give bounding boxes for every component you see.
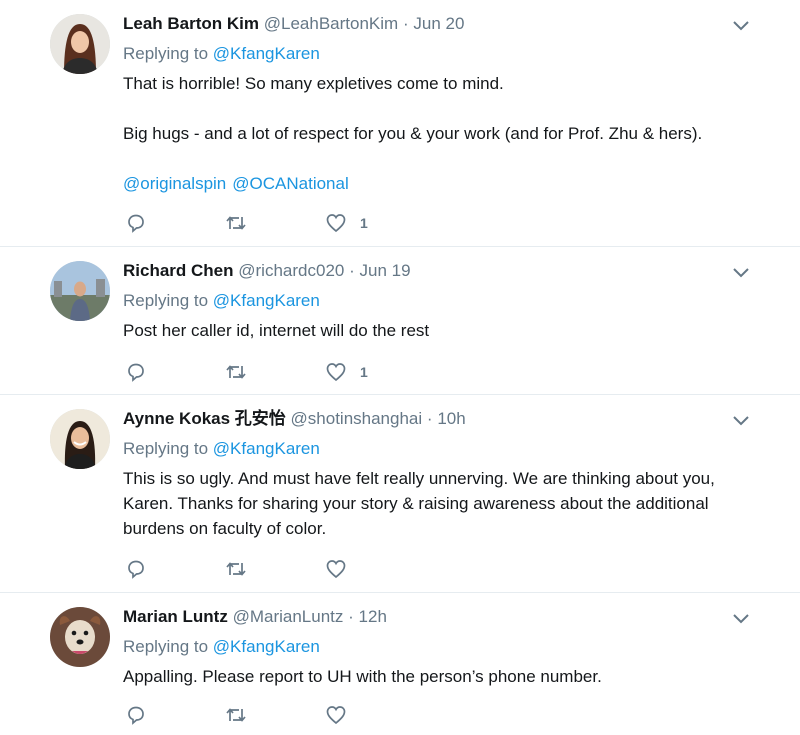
chevron-down-icon[interactable]: [732, 263, 750, 281]
retweet-button[interactable]: [225, 361, 247, 383]
replying-to-link[interactable]: @KfangKaren: [213, 44, 320, 63]
author-handle[interactable]: @shotinshanghai: [291, 409, 423, 428]
replying-to-link[interactable]: @KfangKaren: [213, 291, 320, 310]
replying-to-label: Replying to: [123, 291, 209, 310]
mention-link[interactable]: @OCANational: [232, 174, 348, 193]
like-button[interactable]: [325, 704, 360, 726]
tweet-text: That is horrible! So many expletives com…: [123, 71, 760, 196]
tweet-text-line: Big hugs - and a lot of respect for you …: [123, 124, 703, 143]
reply-button[interactable]: [125, 212, 147, 234]
reply-icon: [128, 363, 144, 382]
tweet[interactable]: Leah Barton Kim @LeahBartonKim · Jun 20 …: [0, 0, 800, 247]
avatar[interactable]: [50, 607, 110, 667]
like-button[interactable]: 1: [325, 361, 368, 383]
replying-to-label: Replying to: [123, 439, 209, 458]
heart-icon: [326, 214, 346, 233]
reply-button[interactable]: [125, 361, 147, 383]
retweet-button[interactable]: [225, 704, 247, 726]
replying-to: Replying to @KfangKaren: [123, 438, 760, 460]
author-name[interactable]: Marian Luntz: [123, 607, 228, 626]
retweet-icon: [226, 708, 246, 722]
separator-dot: ·: [348, 607, 354, 626]
like-button[interactable]: 1: [325, 212, 368, 234]
author-name[interactable]: Aynne Kokas 孔安怡: [123, 409, 286, 428]
avatar[interactable]: [50, 409, 110, 469]
retweet-icon: [226, 562, 246, 576]
replying-to: Replying to @KfangKaren: [123, 636, 760, 658]
author-name[interactable]: Richard Chen: [123, 261, 234, 280]
tweet[interactable]: Marian Luntz @MarianLuntz · 12h Replying…: [0, 593, 800, 735]
reply-button[interactable]: [125, 704, 147, 726]
mention-link[interactable]: @originalspin: [123, 174, 226, 193]
reply-icon: [128, 214, 144, 233]
tweet-text: Appalling. Please report to UH with the …: [123, 667, 602, 686]
replying-to: Replying to @KfangKaren: [123, 43, 760, 65]
tweet-timestamp[interactable]: 10h: [437, 409, 465, 428]
reply-icon: [128, 706, 144, 725]
separator-dot: ·: [426, 409, 433, 428]
reply-button[interactable]: [125, 558, 147, 580]
author-handle[interactable]: @MarianLuntz: [233, 607, 344, 626]
chevron-down-icon[interactable]: [732, 411, 750, 429]
retweet-icon: [226, 216, 246, 230]
like-count: 1: [360, 364, 368, 380]
tweet-text: Post her caller id, internet will do the…: [123, 321, 430, 340]
heart-icon: [326, 706, 346, 725]
tweet-timestamp[interactable]: Jun 20: [413, 14, 464, 33]
retweet-button[interactable]: [225, 212, 247, 234]
reply-icon: [128, 560, 144, 579]
retweet-button[interactable]: [225, 558, 247, 580]
chevron-down-icon[interactable]: [732, 609, 750, 627]
like-count: 1: [360, 215, 368, 231]
tweet-text-line: That is horrible! So many expletives com…: [123, 74, 504, 93]
tweet-timestamp[interactable]: 12h: [359, 607, 387, 626]
tweet[interactable]: Aynne Kokas 孔安怡 @shotinshanghai · 10h Re…: [0, 395, 800, 593]
replying-to-link[interactable]: @KfangKaren: [213, 637, 320, 656]
tweet-text: This is so ugly. And must have felt real…: [123, 469, 715, 538]
author-handle[interactable]: @richardc020: [238, 261, 344, 280]
replying-to-link[interactable]: @KfangKaren: [213, 439, 320, 458]
author-name[interactable]: Leah Barton Kim: [123, 14, 259, 33]
separator-dot: ·: [402, 14, 409, 33]
retweet-icon: [226, 365, 246, 379]
separator-dot: ·: [349, 261, 355, 280]
replying-to-label: Replying to: [123, 44, 209, 63]
heart-icon: [326, 560, 346, 579]
tweet[interactable]: Richard Chen @richardc020 · Jun 19 Reply…: [0, 247, 800, 395]
avatar[interactable]: [50, 14, 110, 74]
author-handle[interactable]: @LeahBartonKim: [264, 14, 398, 33]
chevron-down-icon[interactable]: [732, 16, 750, 34]
replying-to: Replying to @KfangKaren: [123, 290, 760, 312]
like-button[interactable]: [325, 558, 360, 580]
avatar[interactable]: [50, 261, 110, 321]
replying-to-label: Replying to: [123, 637, 209, 656]
tweet-timestamp[interactable]: Jun 19: [360, 261, 411, 280]
heart-icon: [326, 363, 346, 382]
